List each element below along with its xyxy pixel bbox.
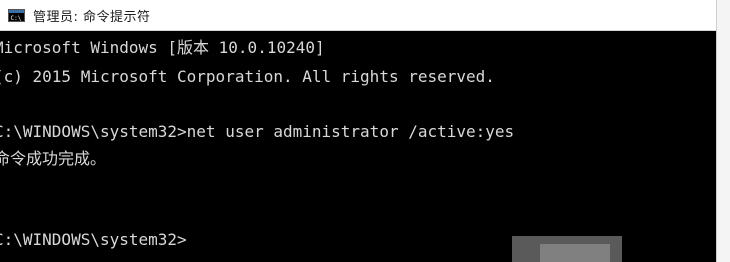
console-line-copyright: (c) 2015 Microsoft Corporation. All righ… bbox=[0, 67, 495, 86]
console-prompt[interactable]: C:\WINDOWS\system32> bbox=[0, 230, 187, 250]
blur-overlay-inner bbox=[540, 244, 610, 262]
console-line-result: 命令成功完成。 bbox=[0, 149, 107, 168]
window-title: 管理员: 命令提示符 bbox=[33, 9, 151, 25]
svg-text:C:\: C:\ bbox=[11, 15, 22, 21]
console-output[interactable]: Microsoft Windows [版本 10.0.10240] (c) 20… bbox=[0, 32, 716, 262]
console-line-command: C:\WINDOWS\system32>net user administrat… bbox=[0, 122, 515, 141]
console-line-version: Microsoft Windows [版本 10.0.10240] bbox=[0, 38, 325, 57]
title-bar[interactable]: C:\ 管理员: 命令提示符 bbox=[0, 0, 716, 31]
window-right-edge bbox=[716, 0, 730, 262]
command-prompt-window: C:\ 管理员: 命令提示符 Microsoft Windows [版本 10.… bbox=[0, 0, 730, 262]
command-prompt-icon: C:\ bbox=[8, 8, 25, 22]
